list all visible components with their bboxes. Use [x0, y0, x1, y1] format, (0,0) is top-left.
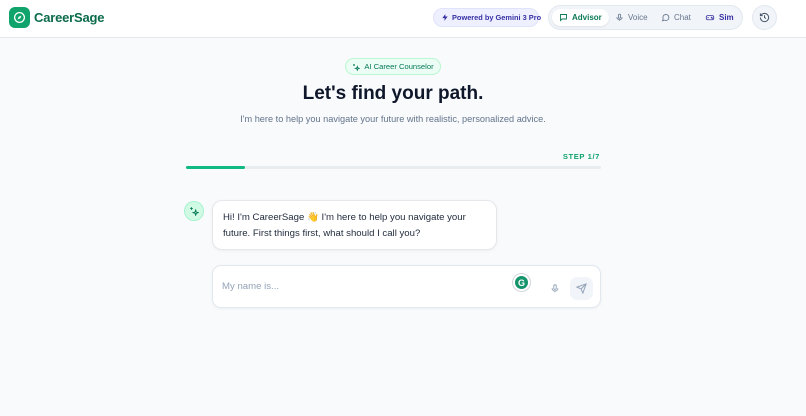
mode-advisor[interactable]: Advisor	[552, 9, 609, 26]
sparkles-icon	[352, 63, 361, 71]
grammarly-icon[interactable]: G	[513, 274, 530, 291]
history-button[interactable]	[752, 5, 777, 30]
app-name[interactable]: CareerSage	[34, 10, 104, 25]
progress-fill	[186, 166, 246, 169]
message-circle-icon	[661, 13, 670, 22]
send-icon	[576, 283, 587, 294]
compass-icon[interactable]	[9, 7, 30, 28]
badge-label: AI Career Counselor	[364, 62, 434, 71]
name-input[interactable]	[222, 278, 502, 294]
mic-icon	[615, 13, 624, 22]
powered-by-badge: Powered by Gemini 3 Pro	[433, 8, 542, 27]
send-button[interactable]	[570, 277, 593, 300]
message-square-icon	[559, 13, 568, 22]
page-subtitle: I'm here to help you navigate your futur…	[240, 114, 546, 124]
page-title: Let's find your path.	[302, 83, 484, 104]
mode-chat-label: Chat	[674, 13, 691, 22]
powered-by-label: Powered by Gemini 3 Pro	[452, 13, 542, 22]
sparkles-icon	[189, 206, 199, 216]
message-composer: G	[212, 265, 601, 308]
mode-chat[interactable]: Chat	[661, 9, 691, 26]
gamepad-icon	[705, 13, 715, 22]
mic-icon	[550, 283, 560, 294]
top-header: CareerSage Powered by Gemini 3 Pro Advis…	[0, 0, 806, 38]
mode-voice-label: Voice	[628, 13, 648, 22]
mode-voice[interactable]: Voice	[615, 9, 648, 26]
mode-sim[interactable]: Sim	[705, 9, 734, 26]
mode-switcher: Advisor Voice Chat Sim	[548, 5, 743, 30]
lightning-icon	[441, 13, 449, 22]
history-icon	[759, 12, 770, 23]
progress-bar	[186, 166, 601, 169]
ai-counselor-badge: AI Career Counselor	[345, 58, 441, 75]
mode-advisor-label: Advisor	[572, 13, 602, 22]
bot-avatar	[184, 201, 204, 221]
voice-input-button[interactable]	[547, 280, 563, 296]
bot-message: Hi! I'm CareerSage 👋 I'm here to help yo…	[212, 200, 497, 250]
step-indicator: STEP 1/7	[562, 152, 600, 161]
mode-sim-label: Sim	[719, 13, 734, 22]
